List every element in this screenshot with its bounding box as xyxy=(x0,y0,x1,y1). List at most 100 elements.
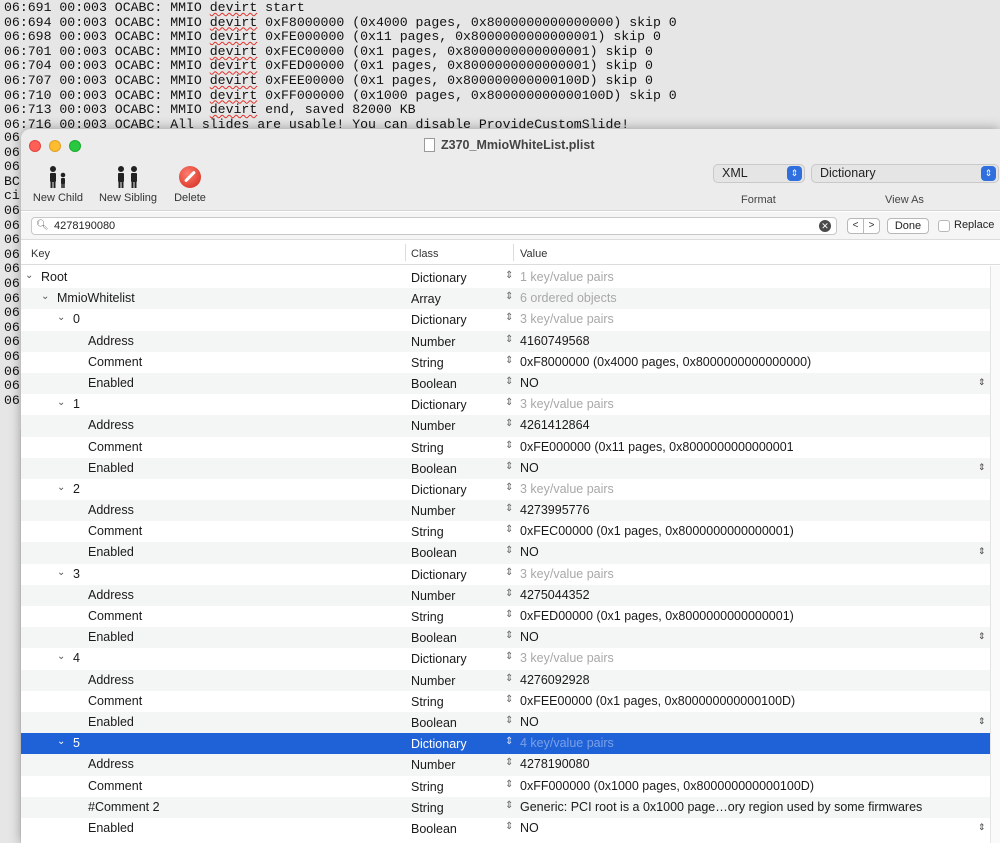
row-key[interactable]: Enabled xyxy=(88,545,134,559)
minimize-window-button[interactable] xyxy=(49,140,61,152)
outline-row[interactable]: Comment String ⇕ 0xF8000000 (0x4000 pages, … xyxy=(21,352,990,373)
class-stepper-icon[interactable]: ⇕ xyxy=(505,524,513,535)
outline-row[interactable]: ⌄ 5 Dictionary ⇕ 4 key/value pairs xyxy=(21,733,990,755)
class-stepper-icon[interactable]: ⇕ xyxy=(505,461,513,472)
row-class[interactable]: Dictionary xyxy=(411,652,467,666)
row-key[interactable]: Comment xyxy=(88,779,142,793)
row-value[interactable]: NO xyxy=(520,461,539,475)
row-class[interactable]: Boolean xyxy=(411,716,457,730)
delete-button[interactable]: Delete xyxy=(171,161,209,204)
outline-row[interactable]: Address Number ⇕ 4276092928 xyxy=(21,669,990,691)
class-stepper-icon[interactable]: ⇕ xyxy=(505,779,513,790)
row-value[interactable]: 6 ordered objects xyxy=(520,291,617,305)
close-window-button[interactable] xyxy=(29,140,41,152)
row-value[interactable]: 4273995776 xyxy=(520,503,590,517)
row-key[interactable]: Enabled xyxy=(88,630,134,644)
disclosure-triangle-icon[interactable]: ⌄ xyxy=(57,651,65,662)
class-stepper-icon[interactable]: ⇕ xyxy=(505,609,513,620)
row-key[interactable]: Address xyxy=(88,588,134,602)
row-key[interactable]: 1 xyxy=(73,397,80,411)
row-value[interactable]: Generic: PCI root is a 0x1000 page…ory r… xyxy=(520,800,922,814)
row-value[interactable]: 3 key/value pairs xyxy=(520,651,614,665)
row-class[interactable]: Number xyxy=(411,504,455,518)
class-stepper-icon[interactable]: ⇕ xyxy=(505,270,513,281)
row-value[interactable]: 3 key/value pairs xyxy=(520,397,614,411)
value-column-header[interactable]: Value xyxy=(520,248,547,260)
done-button[interactable]: Done xyxy=(887,218,929,234)
outline-row[interactable]: Comment String ⇕ 0xFE000000 (0x11 pages, 0x… xyxy=(21,437,990,458)
row-value[interactable]: 4278190080 xyxy=(520,757,590,771)
row-value[interactable]: 4160749568 xyxy=(520,334,590,348)
class-stepper-icon[interactable]: ⇕ xyxy=(505,630,513,641)
row-value[interactable]: 0xFEE00000 (0x1 pages, 0x800000000000100… xyxy=(520,694,795,708)
row-key[interactable]: 2 xyxy=(73,482,80,496)
row-key[interactable]: Comment xyxy=(88,440,142,454)
row-key[interactable]: 4 xyxy=(73,651,80,665)
row-value[interactable]: 1 key/value pairs xyxy=(520,270,614,284)
outline-row[interactable]: Enabled Boolean ⇕ NO ⇕ xyxy=(21,627,990,649)
row-key[interactable]: Address xyxy=(88,418,134,432)
row-key[interactable]: MmioWhitelist xyxy=(57,291,135,305)
new-child-button[interactable]: New Child xyxy=(31,161,85,204)
outline-row[interactable]: Enabled Boolean ⇕ NO ⇕ xyxy=(21,818,990,839)
class-column-header[interactable]: Class xyxy=(411,248,439,260)
boolean-popup-icon[interactable]: ⇕ xyxy=(978,377,986,388)
row-class[interactable]: Boolean xyxy=(411,631,457,645)
row-key[interactable]: Comment xyxy=(88,355,142,369)
disclosure-triangle-icon[interactable]: ⌄ xyxy=(25,270,33,281)
class-stepper-icon[interactable]: ⇕ xyxy=(505,355,513,366)
outline-row[interactable]: ⌄ 4 Dictionary ⇕ 3 key/value pairs xyxy=(21,648,990,669)
outline-row[interactable]: ⌄ 1 Dictionary ⇕ 3 key/value pairs xyxy=(21,394,990,415)
row-value[interactable]: 0xFEC00000 (0x1 pages, 0x800000000000000… xyxy=(520,524,794,538)
outline-row[interactable]: #Comment 2 String ⇕ Generic: PCI root is a … xyxy=(21,796,990,818)
class-stepper-icon[interactable]: ⇕ xyxy=(505,440,513,451)
row-class[interactable]: String xyxy=(411,780,444,794)
outline-row[interactable]: Comment String ⇕ 0xFEE00000 (0x1 pages, 0x8… xyxy=(21,691,990,712)
row-value[interactable]: 3 key/value pairs xyxy=(520,482,614,496)
class-stepper-icon[interactable]: ⇕ xyxy=(505,821,513,832)
outline-row[interactable]: ⌄ 3 Dictionary ⇕ 3 key/value pairs xyxy=(21,564,990,585)
search-icon[interactable]: 🔍︎ xyxy=(36,220,49,231)
class-stepper-icon[interactable]: ⇕ xyxy=(505,651,513,662)
class-stepper-icon[interactable]: ⇕ xyxy=(505,482,513,493)
row-value[interactable]: 0xF8000000 (0x4000 pages, 0x800000000000… xyxy=(520,355,811,369)
class-stepper-icon[interactable]: ⇕ xyxy=(505,715,513,726)
row-value[interactable]: NO xyxy=(520,821,539,835)
row-class[interactable]: Dictionary xyxy=(411,568,467,582)
row-class[interactable]: Array xyxy=(411,292,441,306)
outline-row[interactable]: Address Number ⇕ 4275044352 xyxy=(21,584,990,606)
disclosure-triangle-icon[interactable]: ⌄ xyxy=(57,736,65,747)
class-stepper-icon[interactable]: ⇕ xyxy=(505,800,513,811)
row-class[interactable]: Dictionary xyxy=(411,737,467,751)
class-stepper-icon[interactable]: ⇕ xyxy=(505,567,513,578)
class-stepper-icon[interactable]: ⇕ xyxy=(505,694,513,705)
outline-row[interactable]: ⌄ MmioWhitelist Array ⇕ 6 ordered objects xyxy=(21,288,990,310)
boolean-popup-icon[interactable]: ⇕ xyxy=(978,631,986,642)
class-stepper-icon[interactable]: ⇕ xyxy=(505,334,513,345)
format-select[interactable]: XML ⇕ xyxy=(713,164,805,183)
row-key[interactable]: Enabled xyxy=(88,821,134,835)
outline-row[interactable]: Address Number ⇕ 4278190080 xyxy=(21,754,990,776)
scrollbar-track[interactable] xyxy=(990,266,1000,843)
row-key[interactable]: Comment xyxy=(88,609,142,623)
next-match-button[interactable]: > xyxy=(863,218,880,234)
row-class[interactable]: Dictionary xyxy=(411,483,467,497)
key-column-header[interactable]: Key xyxy=(31,248,50,260)
row-value[interactable]: 4261412864 xyxy=(520,418,590,432)
disclosure-triangle-icon[interactable]: ⌄ xyxy=(57,482,65,493)
row-class[interactable]: Number xyxy=(411,758,455,772)
outline-row[interactable]: Enabled Boolean ⇕ NO ⇕ xyxy=(21,711,990,734)
boolean-popup-icon[interactable]: ⇕ xyxy=(978,822,986,833)
row-class[interactable]: String xyxy=(411,356,444,370)
previous-match-button[interactable]: < xyxy=(847,218,864,234)
row-key[interactable]: Enabled xyxy=(88,715,134,729)
class-stepper-icon[interactable]: ⇕ xyxy=(505,503,513,514)
class-stepper-icon[interactable]: ⇕ xyxy=(505,312,513,323)
outline-row[interactable]: Comment String ⇕ 0xFEC00000 (0x1 pages, 0x8… xyxy=(21,521,990,542)
row-value[interactable]: 4275044352 xyxy=(520,588,590,602)
boolean-popup-icon[interactable]: ⇕ xyxy=(978,546,986,557)
row-key[interactable]: #Comment 2 xyxy=(88,800,160,814)
disclosure-triangle-icon[interactable]: ⌄ xyxy=(57,397,65,408)
new-sibling-button[interactable]: New Sibling xyxy=(97,161,159,204)
class-stepper-icon[interactable]: ⇕ xyxy=(505,673,513,684)
